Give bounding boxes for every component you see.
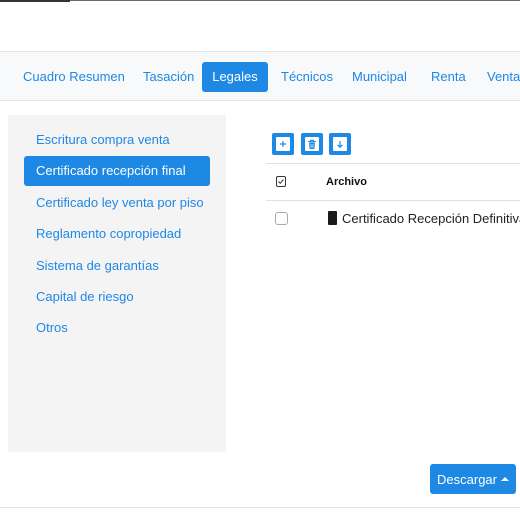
- plus-icon: [276, 137, 290, 151]
- download-file-button[interactable]: [329, 133, 351, 155]
- select-all-checkbox[interactable]: [276, 176, 286, 187]
- sidebar-item-escritura-compra-venta[interactable]: Escritura compra venta: [24, 125, 210, 155]
- descargar-label: Descargar: [437, 471, 497, 487]
- file-table-header: [266, 163, 520, 201]
- sidebar-item-certificado-recepcion-final[interactable]: Certificado recepción final: [24, 156, 210, 186]
- column-header-archivo: Archivo: [326, 176, 367, 188]
- tab-legales[interactable]: Legales: [202, 62, 268, 92]
- bottom-divider: [0, 507, 520, 508]
- sidebar-item-capital-de-riesgo[interactable]: Capital de riesgo: [24, 282, 210, 312]
- file-row-checkbox[interactable]: [275, 212, 288, 225]
- sidebar-item-certificado-ley-venta-por-piso[interactable]: Certificado ley venta por piso: [24, 188, 210, 218]
- file-name-link[interactable]: Certificado Recepción Definitiva.: [342, 211, 520, 226]
- top-border-accent: [0, 0, 70, 2]
- file-icon: [328, 211, 337, 225]
- download-arrow-icon: [333, 137, 347, 151]
- sidebar-item-sistema-de-garantias[interactable]: Sistema de garantías: [24, 251, 210, 281]
- sidebar-item-reglamento-copropiedad[interactable]: Reglamento copropiedad: [24, 219, 210, 249]
- tab-tecnicos[interactable]: Técnicos: [271, 62, 343, 92]
- tab-cuadro-resumen[interactable]: Cuadro Resumen: [13, 62, 135, 92]
- delete-file-button[interactable]: [301, 133, 323, 155]
- descargar-dropdown-button[interactable]: Descargar: [430, 464, 516, 494]
- tab-renta[interactable]: Renta: [421, 62, 476, 92]
- tab-venta[interactable]: Venta: [477, 62, 520, 92]
- tab-municipal[interactable]: Municipal: [342, 62, 417, 92]
- caret-up-icon: [500, 476, 509, 481]
- top-border: [0, 0, 520, 1]
- add-file-button[interactable]: [272, 133, 294, 155]
- sidebar-item-otros[interactable]: Otros: [24, 313, 210, 343]
- tab-bar: Cuadro Resumen Tasación Legales Técnicos…: [0, 51, 520, 101]
- tab-tasacion[interactable]: Tasación: [133, 62, 204, 92]
- document-category-sidebar: Escritura compra venta Certificado recep…: [8, 115, 226, 452]
- trash-icon: [305, 137, 319, 151]
